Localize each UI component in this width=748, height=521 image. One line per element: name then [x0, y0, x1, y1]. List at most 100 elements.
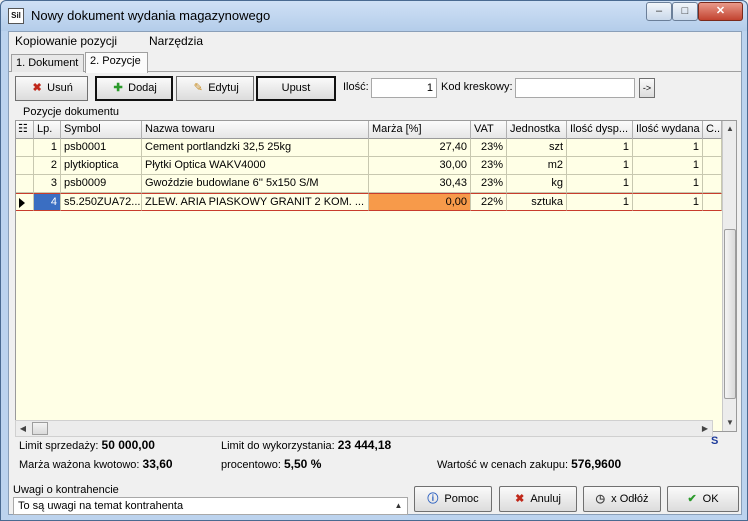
cell-unit: szt: [507, 139, 567, 157]
col-header-lp[interactable]: Lp.: [34, 121, 61, 139]
scroll-up-icon[interactable]: ▲: [723, 121, 737, 137]
add-label: Dodaj: [128, 82, 157, 94]
margin-percent-label: procentowo:: [221, 459, 281, 471]
limit-remaining-label: Limit do wykorzystania:: [221, 440, 335, 452]
cell-unit: sztuka: [507, 193, 567, 211]
col-header-name[interactable]: Nazwa towaru: [142, 121, 369, 139]
cell-lp: 1: [34, 139, 61, 157]
col-header-symbol[interactable]: Symbol: [61, 121, 142, 139]
grid-vertical-scroll-thumb[interactable]: [724, 229, 736, 399]
margin-percent-value: 5,50 %: [284, 457, 322, 471]
cell-vat: 23%: [471, 157, 507, 175]
clock-icon: ◷: [595, 493, 606, 506]
menu-kopiowanie-pozycji[interactable]: Kopiowanie pozycji: [15, 34, 117, 48]
cell-qty-avail: 1: [567, 139, 633, 157]
col-header-c[interactable]: C...: [703, 121, 722, 139]
menu-narzedzia[interactable]: Narzędzia: [149, 34, 203, 48]
scroll-right-icon[interactable]: ▶: [698, 421, 712, 436]
col-header-qty-avail[interactable]: Ilość dysp...: [567, 121, 633, 139]
table-row[interactable]: 3 psb0009 Gwoździe budowlane 6'' 5x150 S…: [16, 175, 722, 193]
cell-vat: 22%: [471, 193, 507, 211]
col-header-vat[interactable]: VAT: [471, 121, 507, 139]
cell-qty-issued[interactable]: 1: [633, 139, 703, 157]
tab-pozycje[interactable]: 2. Pozycje: [85, 52, 148, 73]
cell-qty-issued[interactable]: 1: [633, 193, 703, 211]
ok-button[interactable]: ✔ OK: [667, 486, 739, 512]
cell-qty-issued[interactable]: 1: [633, 157, 703, 175]
notes-field[interactable]: To są uwagi na temat kontrahenta: [13, 497, 408, 515]
grid-header: ☷ Lp. Symbol Nazwa towaru Marża [%] VAT …: [16, 121, 722, 139]
edit-button[interactable]: ✎ Edytuj: [176, 76, 254, 101]
delete-button[interactable]: ✖ Usuń: [15, 76, 88, 101]
grid-horizontal-scroll-thumb[interactable]: [32, 422, 48, 435]
scroll-down-icon[interactable]: ▼: [723, 415, 737, 431]
close-button[interactable]: ✕: [698, 2, 743, 21]
cell-qty-avail: 1: [567, 193, 633, 211]
cell-name: ZLEW. ARIA PIASKOWY GRANIT 2 KOM. ...: [142, 193, 369, 211]
title-bar[interactable]: Sil Nowy dokument wydania magazynowego –…: [1, 1, 747, 31]
discount-button[interactable]: Upust: [256, 76, 336, 101]
purchase-value: Wartość w cenach zakupu: 576,9600: [437, 457, 621, 471]
barcode-label: Kod kreskowy:: [441, 81, 513, 93]
cell-vat: 23%: [471, 175, 507, 193]
tab-strip: 1. Dokument 2. Pozycje: [9, 52, 741, 73]
cell-c: [703, 157, 722, 175]
discount-label: Upust: [281, 82, 311, 94]
cell-margin[interactable]: 30,43: [369, 175, 471, 193]
col-header-margin[interactable]: Marża [%]: [369, 121, 471, 139]
grid-menu-icon[interactable]: ☷: [16, 121, 34, 139]
notes-spin-icon[interactable]: ▲: [391, 498, 406, 514]
col-header-qty-issued[interactable]: Ilość wydana: [633, 121, 703, 139]
cancel-label: Anuluj: [530, 493, 561, 505]
ok-label: OK: [702, 493, 719, 505]
add-icon: ✚: [113, 82, 123, 95]
barcode-go-button[interactable]: ->: [639, 78, 655, 98]
app-icon: Sil: [8, 8, 24, 24]
scroll-left-icon[interactable]: ◀: [16, 421, 30, 436]
grid-vertical-scrollbar[interactable]: ▲ ▼: [722, 121, 736, 431]
postpone-button[interactable]: ◷ x Odłóż: [583, 486, 661, 512]
col-header-unit[interactable]: Jednostka: [507, 121, 567, 139]
row-indicator: [16, 175, 34, 193]
cell-margin[interactable]: 30,00: [369, 157, 471, 175]
delete-icon: ✖: [32, 82, 42, 95]
purchase-value-label: Wartość w cenach zakupu:: [437, 459, 569, 471]
window-client-area: Kopiowanie pozycji Narzędzia 1. Dokument…: [8, 31, 742, 515]
notes-label: Uwagi o kontrahencie: [13, 484, 119, 496]
info-icon: ⓘ: [427, 493, 439, 506]
cell-unit: kg: [507, 175, 567, 193]
cell-c: [703, 139, 722, 157]
barcode-input[interactable]: [515, 78, 635, 98]
tab-dokument[interactable]: 1. Dokument: [11, 54, 84, 72]
margin-percent: procentowo: 5,50 %: [221, 457, 321, 471]
grid-horizontal-scrollbar[interactable]: ◀ ▶: [15, 420, 713, 437]
menu-bar: Kopiowanie pozycji Narzędzia: [9, 32, 741, 50]
cell-margin-active[interactable]: 0,00: [369, 193, 471, 211]
maximize-button[interactable]: □: [672, 2, 698, 21]
quantity-input[interactable]: 1: [371, 78, 437, 98]
cell-lp: 3: [34, 175, 61, 193]
help-button[interactable]: ⓘ Pomoc: [414, 486, 492, 512]
cell-name: Gwoździe budowlane 6'' 5x150 S/M: [142, 175, 369, 193]
cancel-x-icon: ✖: [515, 493, 525, 506]
cell-name: Cement portlandzki 32,5 25kg: [142, 139, 369, 157]
cell-symbol: psb0009: [61, 175, 142, 193]
sales-limit-label: Limit sprzedaży:: [19, 440, 99, 452]
limit-remaining-value: 23 444,18: [337, 438, 392, 452]
limit-remaining: Limit do wykorzystania: 23 444,18: [221, 438, 391, 452]
toolbar: ✖ Usuń ✚ Dodaj ✎ Edytuj Upust Ilość: 1 Kod …: [13, 76, 741, 102]
cell-name: Płytki Optica WAKV4000: [142, 157, 369, 175]
cell-c: [703, 193, 722, 211]
cell-qty-issued[interactable]: 1: [633, 175, 703, 193]
postpone-label: x Odłóż: [611, 493, 649, 505]
table-row-selected[interactable]: 4 s5.250ZUA72... ZLEW. ARIA PIASKOWY GRA…: [16, 193, 722, 211]
table-row[interactable]: 2 plytkioptica Płytki Optica WAKV4000 30…: [16, 157, 722, 175]
cell-c: [703, 175, 722, 193]
minimize-button[interactable]: –: [646, 2, 672, 21]
cancel-button[interactable]: ✖ Anuluj: [499, 486, 577, 512]
cell-margin[interactable]: 27,40: [369, 139, 471, 157]
cell-symbol: psb0001: [61, 139, 142, 157]
delete-label: Usuń: [47, 82, 73, 94]
add-button[interactable]: ✚ Dodaj: [95, 76, 173, 101]
table-row[interactable]: 1 psb0001 Cement portlandzki 32,5 25kg 2…: [16, 139, 722, 157]
